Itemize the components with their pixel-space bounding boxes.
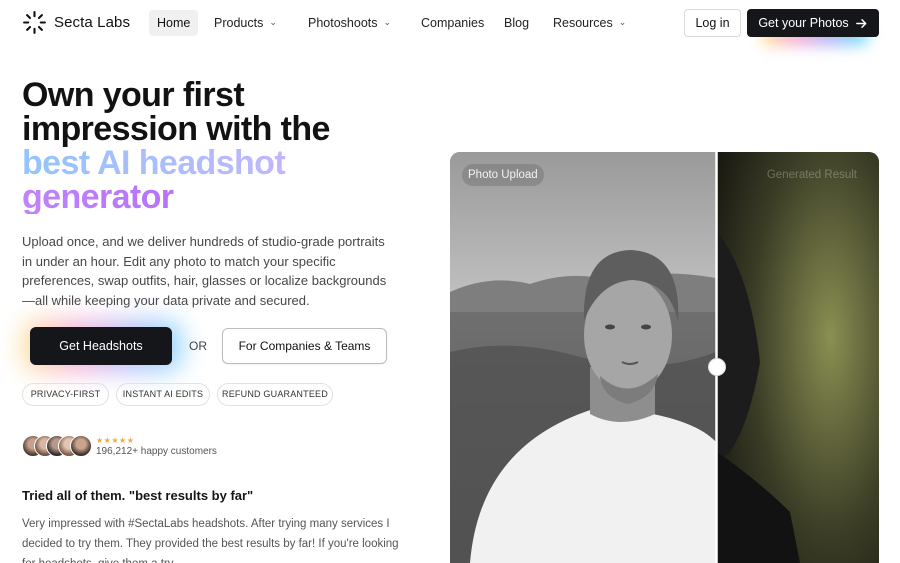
badge-privacy-first: PRIVACY-FIRST	[22, 383, 109, 406]
headline-line-1: Own your first	[22, 76, 245, 114]
companies-teams-button[interactable]: For Companies & Teams	[222, 328, 387, 364]
nav-item-companies[interactable]: Companies	[421, 10, 484, 36]
top-nav: Secta Labs Home Products ⌄ Photoshoots ⌄…	[0, 0, 900, 46]
nav-item-label: Products	[214, 16, 264, 30]
chevron-down-icon: ⌄	[383, 17, 392, 27]
nav-item-label: Companies	[421, 16, 485, 30]
headline-line-3: best AI headshot	[22, 146, 422, 180]
nav-item-label: Home	[157, 16, 191, 30]
badge-refund-guaranteed: REFUND GUARANTEED	[217, 383, 333, 406]
testimonial-title: Tried all of them. "best results by far"	[22, 488, 254, 503]
nav-item-products[interactable]: Products ⌄	[214, 10, 277, 36]
headline-line-4: generator	[22, 180, 422, 214]
generated-result-label: Generated Result	[766, 169, 857, 181]
nav-item-blog[interactable]: Blog	[504, 10, 529, 36]
get-headshots-button[interactable]: Get Headshots	[30, 327, 172, 365]
chevron-down-icon: ⌄	[618, 17, 627, 27]
before-after-comparison[interactable]: Photo Upload Generated Result	[450, 152, 879, 563]
customer-count: 196,212+ happy customers	[96, 446, 217, 457]
get-photos-button[interactable]: Get your Photos	[747, 9, 879, 37]
generated-result-side	[717, 152, 879, 563]
arrow-right-icon	[855, 18, 867, 28]
nav-item-label: Photoshoots	[308, 16, 378, 30]
brand-name: Secta Labs	[54, 14, 131, 31]
photo-upload-label: Photo Upload	[462, 164, 544, 186]
or-divider: OR	[189, 339, 207, 353]
hero-subtext: Upload once, and we deliver hundreds of …	[22, 234, 387, 308]
photo-upload-side	[450, 152, 716, 563]
nav-item-home[interactable]: Home	[149, 10, 199, 36]
secta-logo-icon	[23, 11, 46, 34]
get-photos-label: Get your Photos	[758, 16, 849, 30]
nav-item-resources[interactable]: Resources ⌄	[553, 10, 626, 36]
nav-item-label: Blog	[504, 16, 530, 30]
avatar	[70, 435, 92, 457]
chevron-down-icon: ⌄	[269, 17, 277, 27]
rating-stars: ★★★★★	[96, 436, 135, 445]
badge-instant-ai-edits: INSTANT AI EDITS	[116, 383, 210, 406]
hero-headline: Own your first impression with the best …	[22, 78, 422, 214]
nav-item-photoshoots[interactable]: Photoshoots ⌄	[308, 10, 391, 36]
login-button[interactable]: Log in	[684, 9, 741, 37]
comparison-image	[450, 152, 879, 563]
headline-line-2: impression with the	[22, 110, 330, 148]
brand-logo[interactable]: Secta Labs	[22, 10, 130, 35]
testimonial-body: Very impressed with #SectaLabs headshots…	[22, 518, 399, 563]
customer-avatars	[22, 435, 94, 459]
nav-item-label: Resources	[553, 16, 613, 30]
comparison-slider-handle[interactable]	[708, 358, 726, 376]
